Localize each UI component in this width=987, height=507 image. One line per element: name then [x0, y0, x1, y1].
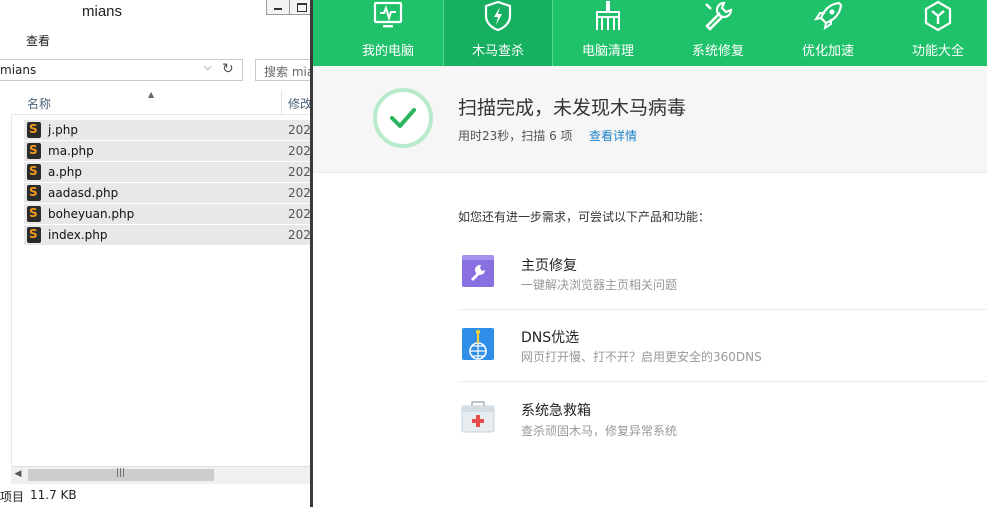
nav-label: 我的电脑	[361, 44, 414, 59]
shield-lightning-icon	[484, 0, 512, 32]
refresh-icon[interactable]: ↻	[222, 61, 240, 79]
sublime-file-icon	[27, 143, 41, 159]
item-count: 项目	[0, 490, 25, 504]
nav-cleanup[interactable]: 电脑清理	[553, 0, 663, 66]
file-row[interactable]: aadasd.php 2024	[24, 183, 313, 204]
recommendation-desc: 查杀顽固木马，修复异常系统	[521, 424, 678, 438]
hexagon-y-icon	[924, 0, 952, 32]
nav-speedup[interactable]: 优化加速	[773, 0, 883, 66]
broom-icon	[596, 1, 620, 30]
recommendation-first-aid[interactable]: 系统急救箱 查杀顽固木马，修复异常系统	[458, 382, 987, 454]
sublime-file-icon	[27, 227, 41, 243]
column-divider[interactable]	[281, 90, 282, 114]
recommendation-dns[interactable]: DNS优选 网页打开慢、打不开？启用更安全的360DNS	[458, 310, 987, 382]
scroll-left-icon[interactable]: ◀	[11, 469, 25, 482]
sublime-file-icon	[27, 206, 41, 222]
file-row[interactable]: index.php 2024	[24, 225, 313, 246]
address-bar[interactable]: mians ⌵ ↻	[0, 59, 243, 81]
homepage-repair-icon	[462, 255, 494, 287]
file-name: aadasd.php	[48, 186, 119, 200]
chevron-down-icon[interactable]: ⌵	[204, 62, 216, 76]
recommendation-homepage-repair[interactable]: 主页修复 一键解决浏览器主页相关问题	[458, 238, 987, 310]
file-row[interactable]: ma.php 2024	[24, 141, 313, 162]
scan-result-detail: 用时23秒，扫描 6 项	[458, 129, 573, 143]
wrench-icon	[705, 1, 733, 31]
monitor-icon	[373, 1, 403, 28]
file-row[interactable]: a.php 2024	[24, 162, 313, 183]
total-size: 11.7 KB	[30, 488, 77, 502]
file-list: j.php 2024 ma.php 2024 a.php 2024 aadasd…	[24, 120, 313, 246]
scan-result-title: 扫描完成，未发现木马病毒	[458, 97, 687, 119]
explorer-titlebar: mians	[0, 0, 313, 26]
search-placeholder: 搜索 mia	[264, 65, 313, 79]
suggestion-intro: 如您还有进一步需求，可尝试以下产品和功能：	[458, 210, 711, 224]
scrollbar-thumb[interactable]: |||	[28, 468, 214, 481]
scan-result-banner: 扫描完成，未发现木马病毒 用时23秒，扫描 6 项 查看详情	[313, 66, 987, 173]
file-row[interactable]: j.php 2024	[24, 120, 313, 141]
file-name: ma.php	[48, 144, 94, 158]
view-details-link[interactable]: 查看详情	[589, 127, 637, 144]
minimize-button[interactable]	[266, 0, 290, 15]
status-bar: 项目 11.7 KB	[0, 486, 313, 507]
nav-label: 优化加速	[801, 44, 854, 59]
explorer-window-title: mians	[82, 3, 123, 20]
nav-system-repair[interactable]: 系统修复	[663, 0, 773, 66]
success-check-icon	[373, 88, 433, 148]
sublime-file-icon	[27, 122, 41, 138]
column-header-date[interactable]: 修改	[288, 95, 312, 112]
grip-icon: |||	[116, 468, 126, 478]
file-name: a.php	[48, 165, 83, 179]
rocket-icon	[813, 1, 843, 31]
nav-label: 电脑清理	[581, 44, 634, 59]
file-explorer-window: mians 查看 mians ⌵ ↻ 搜索 mia ▲ 名称 修改 j.php …	[0, 0, 313, 507]
nav-label: 功能大全	[911, 44, 964, 59]
first-aid-kit-icon	[461, 401, 495, 433]
nav-all-features[interactable]: 功能大全	[883, 0, 987, 66]
recommendation-title: 主页修复	[521, 258, 577, 274]
recommendation-title: 系统急救箱	[521, 403, 591, 419]
nav-trojan-scan[interactable]: 木马查杀	[443, 0, 553, 66]
dns-globe-icon	[462, 328, 494, 360]
file-name: j.php	[48, 123, 78, 137]
file-name: index.php	[48, 228, 108, 242]
address-path: mians	[0, 63, 37, 77]
nav-my-computer[interactable]: 我的电脑	[333, 0, 443, 66]
sublime-file-icon	[27, 185, 41, 201]
security-app-window: 我的电脑 木马查杀 电脑清理 系统修复 优化加速 功能大全 扫描完成，未发现木马…	[313, 0, 987, 507]
navigation-pane[interactable]	[0, 90, 12, 470]
nav-label: 木马查杀	[471, 44, 524, 59]
recommendation-desc: 一键解决浏览器主页相关问题	[521, 278, 678, 292]
menu-view[interactable]: 查看	[26, 32, 50, 49]
file-list-header: ▲ 名称 修改	[11, 90, 313, 115]
file-name: boheyuan.php	[48, 207, 135, 221]
file-row[interactable]: boheyuan.php 2024	[24, 204, 313, 225]
search-input[interactable]: 搜索 mia	[255, 59, 313, 81]
sublime-file-icon	[27, 164, 41, 180]
explorer-menubar: 查看	[0, 28, 313, 52]
nav-label: 系统修复	[691, 44, 744, 59]
main-nav: 我的电脑 木马查杀 电脑清理 系统修复 优化加速 功能大全	[313, 0, 987, 66]
recommendation-desc: 网页打开慢、打不开？启用更安全的360DNS	[521, 350, 762, 364]
sort-up-icon: ▲	[148, 90, 155, 99]
horizontal-scrollbar[interactable]: ◀ |||	[11, 466, 313, 484]
column-header-name[interactable]: 名称	[27, 95, 51, 112]
recommendation-title: DNS优选	[521, 330, 580, 346]
